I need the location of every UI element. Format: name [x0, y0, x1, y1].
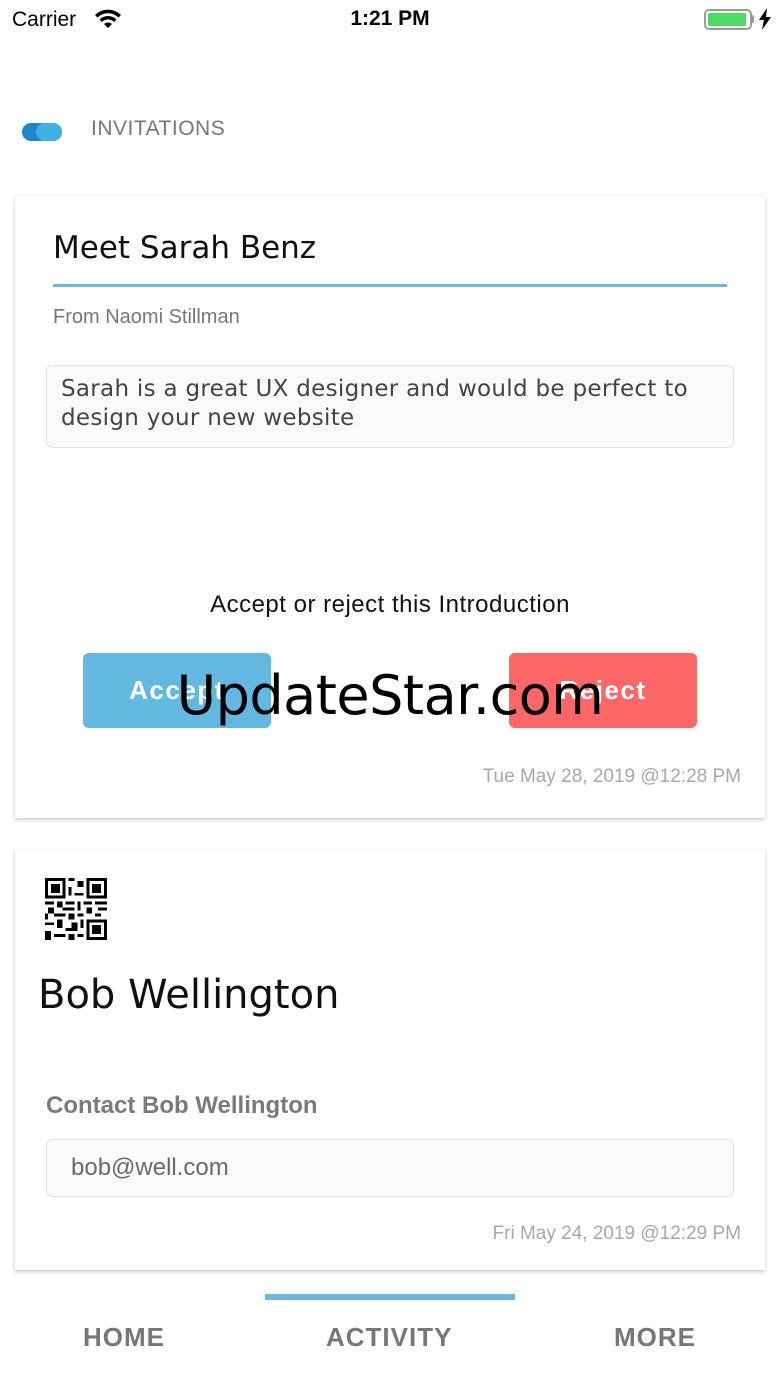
app-logo-icon [22, 123, 62, 141]
introduction-message: Sarah is a great UX designer and would b… [46, 365, 734, 448]
contact-card: Bob Wellington Contact Bob Wellington bo… [15, 850, 765, 1270]
tab-activity[interactable]: ACTIVITY [326, 1322, 452, 1353]
contact-name: Bob Wellington [38, 972, 340, 1018]
qr-code-icon[interactable] [45, 878, 107, 940]
tab-home[interactable]: HOME [83, 1322, 165, 1353]
accept-reject-prompt: Accept or reject this Introduction [210, 591, 570, 618]
watermark: UpdateStar.com [176, 664, 604, 727]
charging-bolt-icon [759, 8, 771, 30]
contact-email[interactable]: bob@well.com [46, 1139, 734, 1197]
status-time: 1:21 PM [350, 7, 430, 30]
tab-more[interactable]: MORE [614, 1322, 696, 1353]
active-tab-indicator [265, 1294, 515, 1300]
battery-tip [751, 15, 754, 23]
introduction-title: Meet Sarah Benz [53, 230, 317, 266]
introduction-timestamp: Tue May 28, 2019 @12:28 PM [482, 766, 741, 787]
contact-heading: Contact Bob Wellington [46, 1092, 318, 1119]
contact-timestamp: Fri May 24, 2019 @12:29 PM [492, 1223, 741, 1244]
page-title: INVITATIONS [91, 117, 226, 140]
status-bar: Carrier 1:21 PM [0, 0, 780, 40]
battery-icon [704, 9, 752, 30]
battery-fill [708, 13, 746, 26]
introduction-from: From Naomi Stillman [53, 306, 240, 328]
title-underline [53, 284, 727, 287]
